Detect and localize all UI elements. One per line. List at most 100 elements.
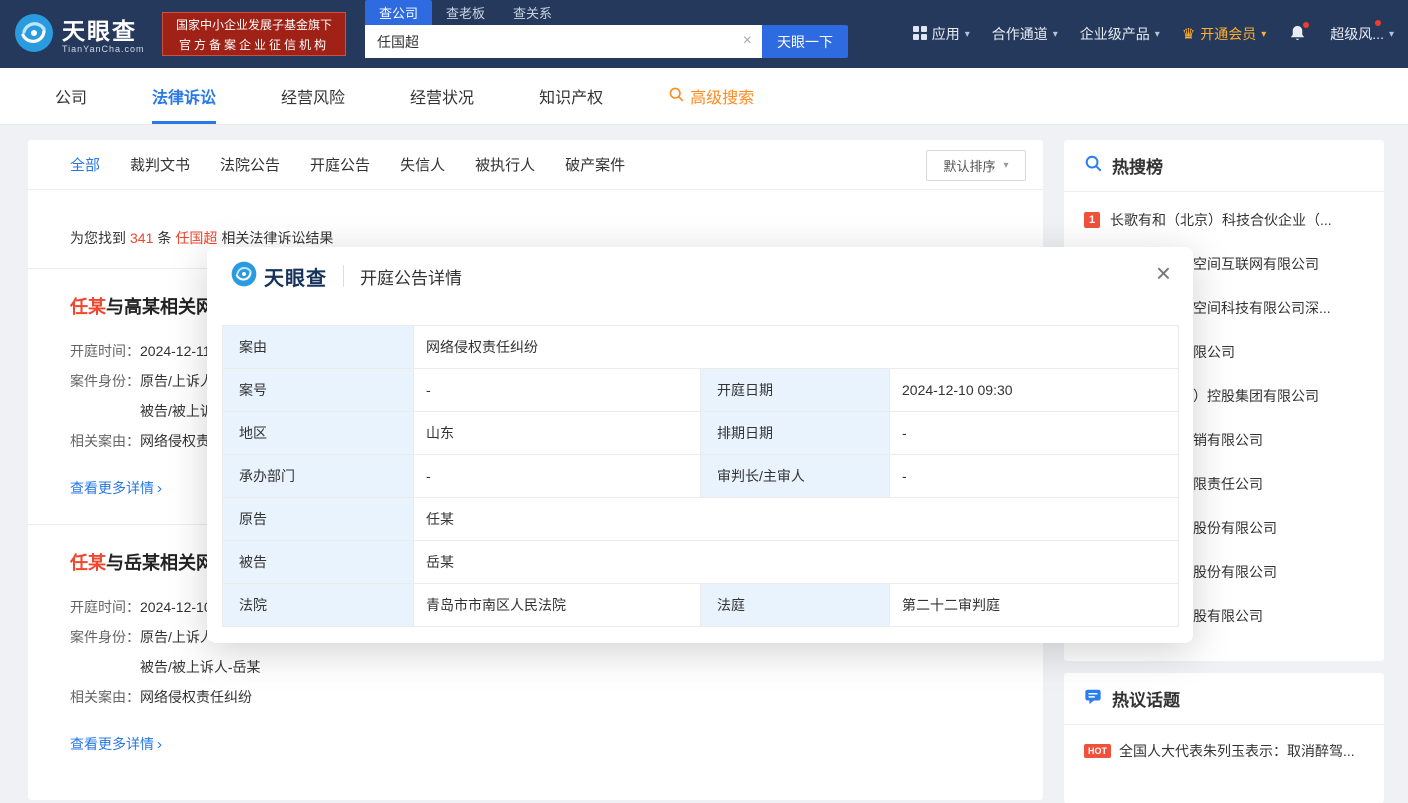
field-label: 法院 [222,583,414,627]
table-row: 地区 山东 排期日期 - [222,411,1180,455]
rank-badge: 1 [1084,212,1100,228]
menu-cooperation[interactable]: 合作通道 ▾ [992,24,1058,44]
top-header: 天眼查 TianYanCha.com 国家中小企业发展子基金旗下 官方备案企业征… [0,0,1408,68]
field-value: 网络侵权责任纠纷 [412,325,1180,369]
chat-bubble-icon [1084,687,1102,710]
search-tabs: 查公司 查老板 查关系 [365,0,848,25]
search-tab-company[interactable]: 查公司 [365,0,433,25]
sort-dropdown[interactable]: 默认排序 ▾ [926,150,1026,181]
chevron-down-icon: ▾ [1003,160,1009,171]
hot-topics-title: 热议话题 [1112,691,1180,710]
filter-dishonest-persons[interactable]: 失信人 [400,154,445,175]
chevron-down-icon: ▾ [1261,28,1267,40]
brand-name: 天眼查 [62,17,137,44]
field-value: - [888,411,1180,455]
brand-domain: TianYanCha.com [62,43,145,54]
field-label: 法庭 [700,583,890,627]
menu-enterprise-products[interactable]: 企业级产品 ▾ [1080,24,1160,44]
nav-operational-risk[interactable]: 经营风险 [281,68,345,124]
certification-badge: 国家中小企业发展子基金旗下 官方备案企业征信机构 [162,12,346,56]
brand-name: 天眼查 [264,267,327,290]
hot-topics-header: 热议话题 [1064,673,1384,725]
view-more-details-link[interactable]: 查看更多详情 › [70,478,162,498]
search-keyword: 任国超 [175,230,218,246]
hot-topics-panel: 热议话题 HOT 全国人大代表朱列玉表示：取消醉驾... [1064,673,1384,803]
field-value: 山东 [413,411,701,455]
certification-line1: 国家中小企业发展子基金旗下 [175,17,332,32]
hot-search-item[interactable]: 1 长歌有和（北京）科技合伙企业（... [1064,198,1384,242]
menu-apps[interactable]: 应用 ▾ [912,24,970,44]
nav-company[interactable]: 公司 [55,68,87,124]
search-tab-relation[interactable]: 查关系 [499,0,566,25]
chevron-down-icon: ▾ [964,28,970,40]
filter-court-announcements[interactable]: 法院公告 [220,154,280,175]
table-row: 案号 - 开庭日期 2024-12-10 09:30 [222,368,1180,412]
search-button[interactable]: 天眼一下 [762,25,848,58]
crown-icon: ♛ [1181,25,1196,43]
case-cause: 相关案由： 网络侵权责任纠纷 [70,689,252,705]
menu-vip-label: 开通会员 [1200,26,1257,42]
field-value: - [413,454,701,498]
search-icon [1084,154,1102,177]
tianyancha-logo: 天眼查 [231,261,327,292]
hearing-announcement-detail-modal: 天眼查 开庭公告详情 × 案由 网络侵权责任纠纷 案号 - 开庭日期 2024-… [207,247,1193,643]
menu-cooperation-label: 合作通道 [991,26,1048,42]
filter-persons-under-enforcement[interactable]: 被执行人 [475,154,535,175]
filter-hearing-announcements[interactable]: 开庭公告 [310,154,370,175]
search-tab-boss[interactable]: 查老板 [432,0,499,25]
menu-apps-label: 应用 [931,26,960,42]
nav-intellectual-property[interactable]: 知识产权 [539,68,603,124]
hot-search-header: 热搜榜 [1064,140,1384,192]
chevron-down-icon: ▾ [1154,28,1160,40]
filter-bankruptcy-cases[interactable]: 破产案件 [565,154,625,175]
search-input[interactable] [365,25,762,58]
menu-super-risk[interactable]: 超级风... ▾ [1330,20,1394,44]
table-row: 原告 任某 [222,497,1180,541]
field-value: 青岛市市南区人民法院 [413,583,701,627]
field-label: 审判长/主审人 [700,454,890,498]
hearing-detail-table: 案由 网络侵权责任纠纷 案号 - 开庭日期 2024-12-10 09:30 地… [222,325,1180,627]
divider [343,265,344,287]
table-row: 被告 岳某 [222,540,1180,584]
tianyancha-logo[interactable]: 天眼查 TianYanCha.com [14,13,145,58]
field-value: 任某 [412,497,1180,541]
field-label: 承办部门 [222,454,414,498]
tianyancha-logo-icon [14,13,54,58]
clear-search-icon[interactable]: × [743,31,752,50]
result-summary: 为您找到 341 条任国超 相关法律诉讼结果 [70,230,334,246]
hot-topic-item[interactable]: HOT 全国人大代表朱列玉表示：取消醉驾... [1064,725,1384,761]
field-label: 被告 [222,540,414,584]
notifications-bell[interactable] [1288,22,1310,44]
view-more-details-link[interactable]: 查看更多详情 › [70,734,162,754]
tianyancha-logo-icon [231,261,257,292]
arrow-right-icon: › [157,479,162,497]
menu-open-vip[interactable]: ♛ 开通会员 ▾ [1182,24,1266,44]
search-box: × [365,25,762,58]
top-menu: 应用 ▾ 合作通道 ▾ 企业级产品 ▾ ♛ 开通会员 ▾ 超级风... ▾ [912,0,1394,68]
nav-business-status[interactable]: 经营状况 [410,68,474,124]
close-icon[interactable]: × [1156,260,1171,286]
notification-dot [1375,20,1381,26]
field-value: - [888,454,1180,498]
menu-super-risk-label: 超级风... [1330,26,1384,42]
filter-judgment-documents[interactable]: 裁判文书 [130,154,190,175]
menu-enterprise-label: 企业级产品 [1079,26,1150,42]
nav-advanced-search[interactable]: 高级搜索 [668,68,754,124]
table-row: 法院 青岛市市南区人民法院 法庭 第二十二审判庭 [222,583,1180,627]
case-party-role-line2: 被告/被上诉人-岳某 [140,659,261,675]
table-row: 案由 网络侵权责任纠纷 [222,325,1180,369]
hot-badge: HOT [1084,743,1111,759]
field-label: 案由 [222,325,414,369]
chevron-down-icon: ▾ [1388,28,1394,40]
hot-search-title: 热搜榜 [1112,158,1163,177]
result-count: 341 [130,230,154,246]
nav-legal-litigation[interactable]: 法律诉讼 [152,68,216,124]
certification-line2: 官方备案企业征信机构 [178,37,329,52]
field-value: - [413,368,701,412]
field-label: 排期日期 [700,411,890,455]
search-icon [668,86,684,107]
table-row: 承办部门 - 审判长/主审人 - [222,454,1180,498]
filter-row: 全部 裁判文书 法院公告 开庭公告 失信人 被执行人 破产案件 默认排序 ▾ [28,140,1043,190]
field-value: 岳某 [412,540,1180,584]
filter-all[interactable]: 全部 [70,154,100,175]
